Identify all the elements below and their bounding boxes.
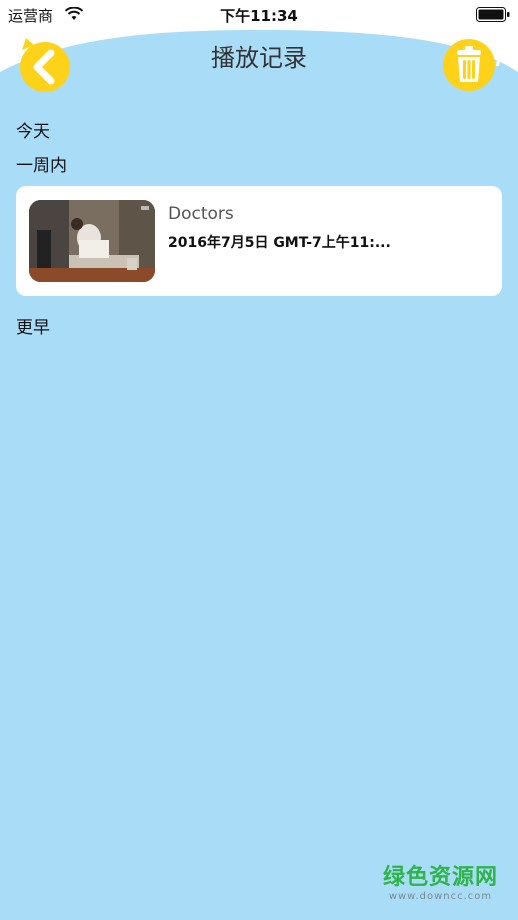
section-today: 今天 bbox=[16, 122, 50, 142]
screen: 运营商 下午11:34 播放记录 今天 一周内 Doctors 2016年7月5… bbox=[0, 0, 518, 920]
status-bar: 运营商 下午11:34 bbox=[0, 0, 518, 30]
page-title: 播放记录 bbox=[211, 44, 307, 72]
watermark-title: 绿色资源网 bbox=[382, 865, 498, 890]
watermark-url: www.downcc.com bbox=[388, 891, 493, 902]
battery-icon bbox=[476, 7, 510, 22]
record-date: 2016年7月5日 GMT-7上午11:... bbox=[168, 235, 391, 251]
record-title: Doctors bbox=[168, 204, 234, 224]
status-time: 下午11:34 bbox=[220, 7, 298, 25]
section-earlier: 更早 bbox=[16, 318, 50, 338]
watermark: 绿色资源网 www.downcc.com bbox=[383, 859, 498, 902]
video-thumbnail bbox=[29, 200, 155, 282]
section-week: 一周内 bbox=[16, 156, 67, 176]
record-item[interactable]: Doctors 2016年7月5日 GMT-7上午11:... bbox=[16, 186, 502, 296]
trash-icon bbox=[457, 46, 481, 82]
clear-history-button[interactable] bbox=[442, 36, 500, 94]
